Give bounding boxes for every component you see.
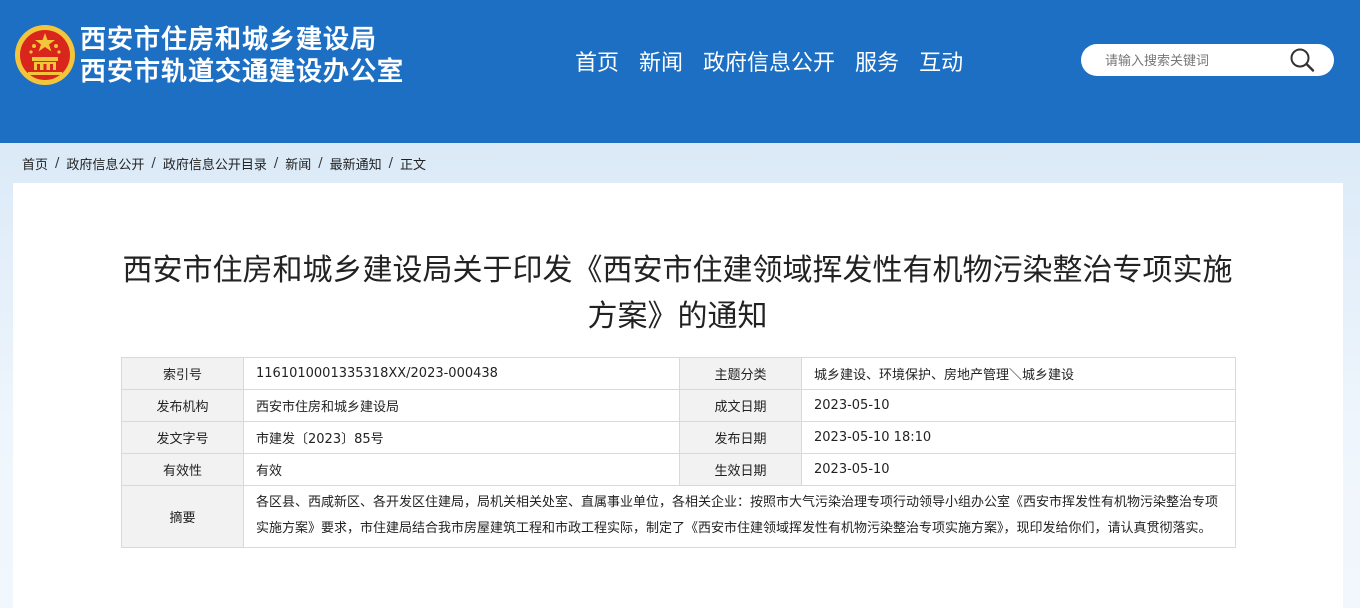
nav-interaction[interactable]: 互动 [919, 48, 963, 80]
national-emblem-icon [15, 25, 75, 85]
breadcrumb: 首页 / 政府信息公开 / 政府信息公开目录 / 新闻 / 最新通知 / 正文 [22, 154, 426, 173]
nav-gov-info[interactable]: 政府信息公开 [703, 48, 835, 80]
nav-home[interactable]: 首页 [575, 48, 619, 80]
meta-label-doc-number: 发文字号 [121, 421, 244, 454]
site-titles: 西安市住房和城乡建设局 西安市轨道交通建设办公室 [80, 24, 404, 88]
search-input[interactable] [1103, 50, 1297, 72]
meta-value-written-date: 2023-05-10 [801, 389, 1236, 422]
nav-news[interactable]: 新闻 [639, 48, 683, 80]
meta-value-publish-date: 2023-05-10 18:10 [801, 421, 1236, 454]
meta-label-topic: 主题分类 [679, 357, 802, 390]
table-row: 发文字号 市建发〔2023〕85号 发布日期 2023-05-10 18:10 [121, 421, 1236, 454]
meta-value-summary: 各区县、西咸新区、各开发区住建局，局机关相关处室、直属事业单位，各相关企业：按照… [243, 485, 1236, 548]
breadcrumb-separator: / [273, 156, 279, 171]
meta-value-effective-date: 2023-05-10 [801, 453, 1236, 486]
breadcrumb-separator: / [55, 156, 60, 171]
breadcrumb-news[interactable]: 新闻 [285, 154, 311, 173]
meta-label-effective-date: 生效日期 [679, 453, 802, 486]
breadcrumb-separator: / [388, 156, 394, 171]
breadcrumb-separator: / [318, 156, 323, 171]
org-name-primary: 西安市住房和城乡建设局 [80, 25, 378, 55]
table-row: 有效性 有效 生效日期 2023-05-10 [121, 453, 1236, 486]
breadcrumb-home[interactable]: 首页 [22, 154, 48, 173]
meta-label-publisher: 发布机构 [121, 389, 244, 422]
table-row: 发布机构 西安市住房和城乡建设局 成文日期 2023-05-10 [121, 389, 1236, 422]
breadcrumb-gov-info-catalog[interactable]: 政府信息公开目录 [163, 154, 267, 173]
search-icon[interactable] [1288, 47, 1316, 73]
org-name-secondary: 西安市轨道交通建设办公室 [80, 57, 405, 87]
article-meta-table: 索引号 1161010001335318XX/2023-000438 主题分类 … [121, 357, 1236, 548]
meta-label-index: 索引号 [121, 357, 244, 390]
meta-value-index: 1161010001335318XX/2023-000438 [243, 357, 680, 390]
main-nav: 首页 新闻 政府信息公开 服务 互动 [575, 48, 963, 80]
meta-value-validity: 有效 [243, 453, 680, 486]
table-row: 摘要 各区县、西咸新区、各开发区住建局，局机关相关处室、直属事业单位，各相关企业… [121, 485, 1236, 548]
breadcrumb-current: 正文 [400, 158, 427, 173]
breadcrumb-separator: / [151, 156, 156, 171]
meta-value-topic: 城乡建设、环境保护、房地产管理＼城乡建设 [801, 357, 1236, 390]
article-title: 西安市住房和城乡建设局关于印发《西安市住建领域挥发性有机物污染整治专项实施方案》… [122, 253, 1233, 334]
nav-services[interactable]: 服务 [855, 48, 899, 80]
site-header: 西安市住房和城乡建设局 西安市轨道交通建设办公室 首页 新闻 政府信息公开 服务… [0, 0, 1360, 143]
breadcrumb-gov-info[interactable]: 政府信息公开 [66, 154, 144, 173]
meta-label-publish-date: 发布日期 [679, 421, 802, 454]
meta-value-doc-number: 市建发〔2023〕85号 [243, 421, 680, 454]
meta-label-summary: 摘要 [121, 485, 244, 548]
breadcrumb-latest-notices[interactable]: 最新通知 [330, 154, 382, 173]
meta-value-publisher: 西安市住房和城乡建设局 [243, 389, 680, 422]
meta-label-written-date: 成文日期 [679, 389, 802, 422]
table-row: 索引号 1161010001335318XX/2023-000438 主题分类 … [121, 357, 1236, 390]
meta-label-validity: 有效性 [121, 453, 244, 486]
